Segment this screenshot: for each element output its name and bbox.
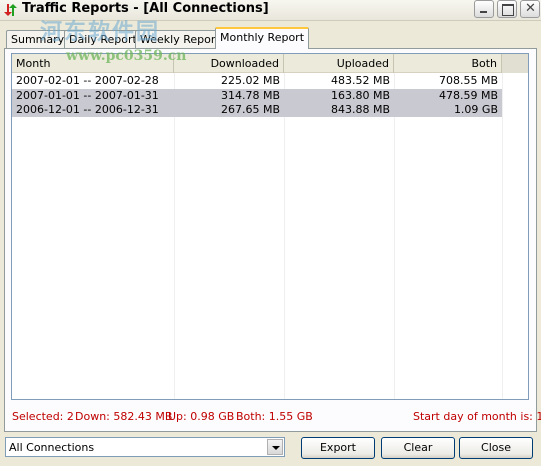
tab-daily-report[interactable]: Daily Report [64,30,142,48]
cell-downloaded: 314.78 MB [220,89,280,102]
cell-both: 1.09 GB [453,103,498,116]
tab-summary[interactable]: Summary [6,30,70,48]
column-header-downloaded[interactable]: Downloaded [174,54,284,73]
status-selected: Selected: 2 [12,410,74,423]
cell-uploaded: 843.88 MB [330,103,390,116]
connection-select[interactable]: All Connections [5,437,285,457]
cell-month: 2007-01-01 -- 2007-01-31 [16,89,159,102]
grid-line [174,73,175,399]
close-window-button[interactable]: ✕ [520,0,540,18]
grid-line [394,73,395,399]
column-header-uploaded[interactable]: Uploaded [284,54,394,73]
list-header: Month Downloaded Uploaded Both [12,54,528,73]
table-row[interactable]: 2007-02-01 -- 2007-02-28 225.02 MB 483.5… [12,74,502,88]
tab-monthly-report[interactable]: Monthly Report [215,27,310,49]
table-row[interactable]: 2006-12-01 -- 2006-12-31 267.65 MB 843.8… [12,103,502,117]
export-button[interactable]: Export [301,437,375,459]
maximize-button[interactable] [497,0,517,18]
window-title: Traffic Reports - [All Connections] [22,1,269,16]
close-button[interactable]: Close [459,437,533,459]
close-icon: ✕ [525,1,536,16]
title-bar: Traffic Reports - [All Connections] ✕ [0,0,541,21]
status-start-day: Start day of month is: 1 [413,410,541,423]
cell-downloaded: 267.65 MB [220,103,280,116]
cell-downloaded: 225.02 MB [220,74,280,87]
table-row[interactable]: 2007-01-01 -- 2007-01-31 314.78 MB 163.8… [12,89,502,103]
minimize-button[interactable] [474,0,494,18]
monthly-report-list[interactable]: Month Downloaded Uploaded Both 2007-02-0… [11,53,529,400]
grid-line [502,73,503,399]
cell-both: 708.55 MB [438,74,498,87]
clear-button[interactable]: Clear [381,437,455,459]
cell-uploaded: 163.80 MB [330,89,390,102]
column-header-month[interactable]: Month [12,54,174,73]
status-up: Up: 0.98 GB [168,410,235,423]
cell-uploaded: 483.52 MB [330,74,390,87]
tab-weekly-report[interactable]: Weekly Report [135,30,225,48]
grid-line [284,73,285,399]
status-down: Down: 582.43 MB [75,410,173,423]
cell-month: 2006-12-01 -- 2006-12-31 [16,103,159,116]
chevron-down-icon[interactable] [267,439,283,455]
status-both: Both: 1.55 GB [236,410,313,423]
column-header-filler [502,54,528,73]
column-header-both[interactable]: Both [394,54,502,73]
traffic-arrows-icon [4,4,17,16]
connection-select-value: All Connections [9,441,95,454]
cell-both: 478.59 MB [438,89,498,102]
cell-month: 2007-02-01 -- 2007-02-28 [16,74,159,87]
